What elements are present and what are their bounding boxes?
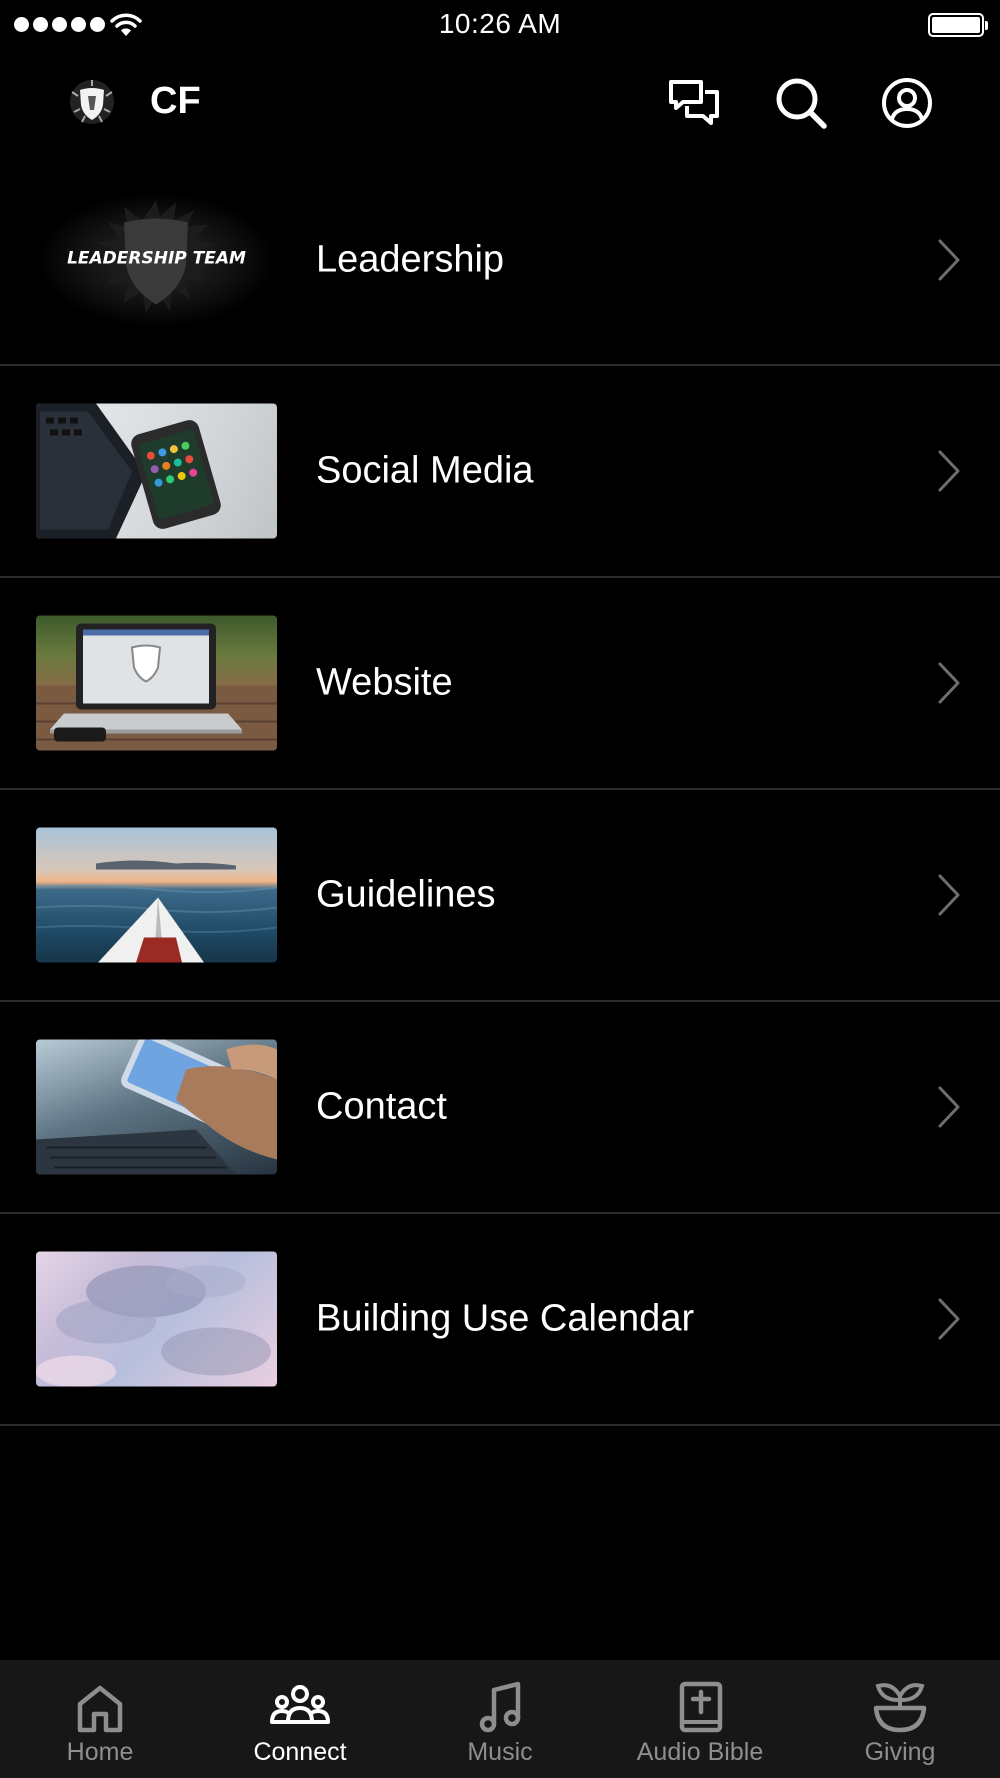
list-item-label: Guidelines <box>316 873 496 916</box>
chevron-right-icon <box>938 662 960 704</box>
status-time: 10:26 AM <box>438 8 562 39</box>
list-item-label: Leadership <box>316 238 505 280</box>
list-item-label: Website <box>316 661 453 704</box>
list-item-website[interactable]: Website <box>0 578 1000 790</box>
list-item-label: Contact <box>316 1085 447 1128</box>
tab-label: Home <box>66 1738 134 1766</box>
tab-audio-bible[interactable]: Audio Bible <box>600 1660 800 1778</box>
chevron-right-icon <box>938 450 960 492</box>
tab-home[interactable]: Home <box>0 1660 200 1778</box>
home-icon <box>77 1685 123 1733</box>
app-title: CF <box>150 80 201 122</box>
leadership-thumbnail-text: LEADERSHIP TEAM <box>67 248 246 268</box>
connect-list: LEADERSHIP TEAM Leadership Social Media <box>0 155 1000 1426</box>
chat-icon[interactable] <box>667 76 721 130</box>
people-icon <box>270 1685 330 1724</box>
website-thumbnail <box>36 615 277 751</box>
building-use-calendar-thumbnail <box>36 1251 277 1387</box>
status-bar: 10:26 AM <box>0 0 1000 50</box>
tab-label: Connect <box>253 1738 347 1766</box>
guidelines-thumbnail <box>36 827 277 963</box>
bottom-tab-bar: Home Connect Music Audio Bible Giving <box>0 1660 1000 1778</box>
contact-thumbnail <box>36 1039 277 1175</box>
music-note-icon <box>479 1681 521 1733</box>
chevron-right-icon <box>938 1086 960 1128</box>
bible-icon <box>679 1681 723 1733</box>
list-item-contact[interactable]: Contact <box>0 1002 1000 1214</box>
chevron-right-icon <box>938 874 960 916</box>
battery-icon <box>928 13 988 37</box>
tab-label: Audio Bible <box>636 1738 764 1766</box>
list-item-label: Social Media <box>316 449 534 492</box>
tab-connect[interactable]: Connect <box>200 1660 400 1778</box>
chevron-right-icon <box>938 1298 960 1340</box>
tab-label: Music <box>467 1738 533 1766</box>
tab-label: Giving <box>864 1738 936 1766</box>
app-header: CF <box>0 50 1000 155</box>
list-item-leadership[interactable]: LEADERSHIP TEAM Leadership <box>0 155 1000 366</box>
chevron-right-icon <box>938 239 960 280</box>
shield-logo-icon[interactable] <box>68 78 116 126</box>
list-item-guidelines[interactable]: Guidelines <box>0 790 1000 1002</box>
list-item-label: Building Use Calendar <box>316 1297 695 1340</box>
tab-music[interactable]: Music <box>400 1660 600 1778</box>
list-item-social-media[interactable]: Social Media <box>0 366 1000 578</box>
leadership-thumbnail: LEADERSHIP TEAM <box>36 192 277 327</box>
tab-giving[interactable]: Giving <box>800 1660 1000 1778</box>
plant-icon <box>873 1683 927 1733</box>
search-icon[interactable] <box>774 76 828 130</box>
account-icon[interactable] <box>880 76 934 130</box>
social-media-thumbnail <box>36 403 277 539</box>
list-item-building-use-calendar[interactable]: Building Use Calendar <box>0 1214 1000 1426</box>
